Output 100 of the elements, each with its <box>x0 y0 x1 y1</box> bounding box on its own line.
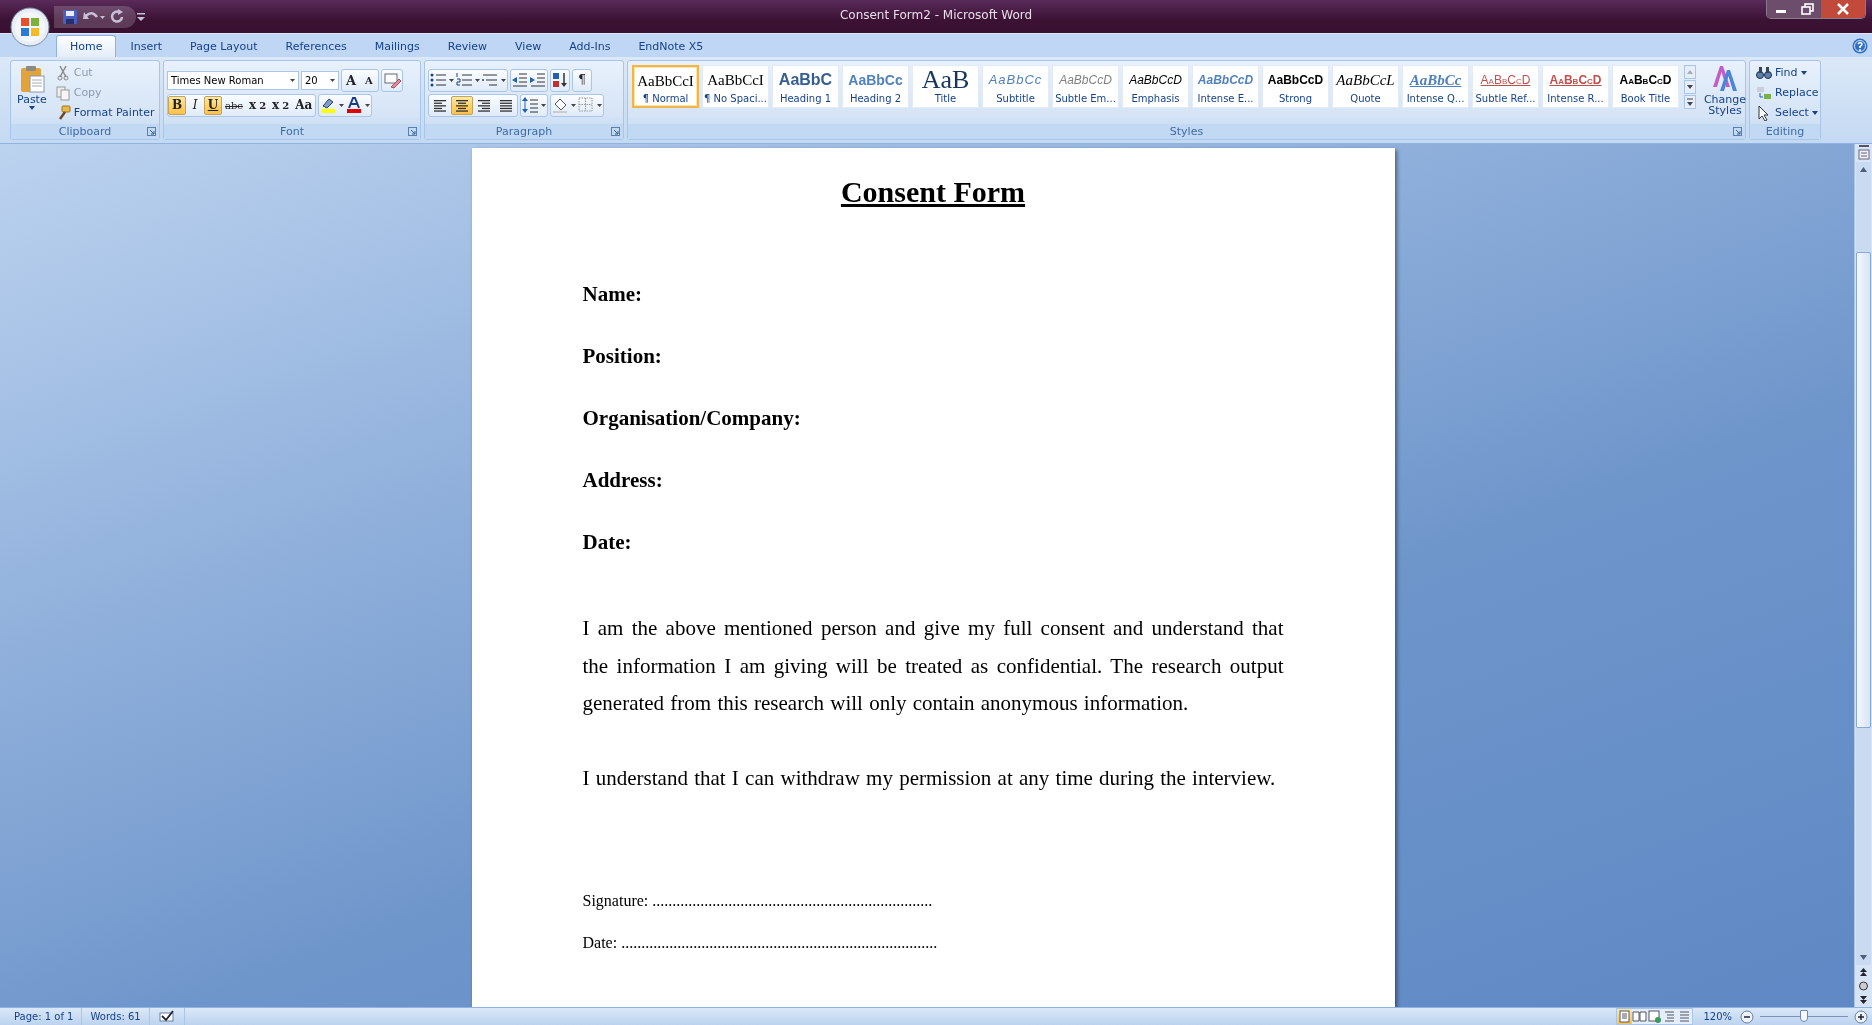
caret-icon <box>1800 70 1807 75</box>
increase-indent-icon[interactable] <box>529 71 547 89</box>
zoom-level: 120% <box>1703 1011 1732 1022</box>
style-swatch[interactable]: AaBbCc Heading 2 <box>842 65 909 108</box>
dialog-launcher-icon[interactable] <box>147 127 156 136</box>
ribbon-tab[interactable]: Home <box>56 35 117 57</box>
style-name: ¶ No Spaci... <box>704 93 767 104</box>
ruler-icon[interactable] <box>1856 144 1871 162</box>
style-swatch[interactable]: AaBbCc Intense Q... <box>1402 65 1469 108</box>
align-center-icon <box>454 98 470 112</box>
zoom-out-icon[interactable] <box>1740 1009 1754 1024</box>
format-button[interactable]: U <box>204 95 222 115</box>
help-icon[interactable] <box>1852 38 1868 54</box>
customize-toolbar-icon[interactable] <box>136 10 146 23</box>
grow-font-button[interactable]: A <box>342 70 360 90</box>
view-button[interactable] <box>1617 1009 1633 1024</box>
multilevel-list-icon[interactable] <box>481 71 507 89</box>
view-button[interactable] <box>1632 1009 1648 1024</box>
style-preview: AaBbCcD <box>1197 72 1254 89</box>
binoculars-icon <box>1756 64 1772 81</box>
editing-button[interactable]: Select <box>1753 103 1822 122</box>
more-styles-icon[interactable] <box>1684 95 1696 109</box>
field-label: Name: <box>582 281 642 308</box>
dialog-launcher-icon[interactable] <box>1733 127 1742 136</box>
decrease-indent-icon[interactable] <box>511 71 529 89</box>
style-swatch[interactable]: AaBbCcD Intense R... <box>1542 65 1609 108</box>
format-button[interactable]: B <box>168 95 186 115</box>
zoom-slider-thumb[interactable] <box>1800 1010 1808 1022</box>
style-swatch[interactable]: AaBbCcI ¶ No Spaci... <box>702 65 769 108</box>
format-button[interactable]: abc <box>222 95 246 115</box>
font-color-icon[interactable] <box>345 96 372 114</box>
restore-icon[interactable] <box>1795 0 1821 18</box>
style-preview: AaBbCc <box>848 71 903 90</box>
dialog-launcher-icon[interactable] <box>408 127 417 136</box>
style-swatch[interactable]: AaBbCcI ¶ Normal <box>632 65 699 108</box>
ribbon-tab[interactable]: Page Layout <box>176 35 272 57</box>
copy-icon <box>55 84 71 101</box>
scrollbar-thumb[interactable] <box>1856 252 1871 728</box>
clipboard-button[interactable]: Format Painter <box>52 103 158 122</box>
highlighter-icon[interactable] <box>319 96 346 114</box>
style-swatch[interactable]: AaBbCcD Strong <box>1262 65 1329 108</box>
signature-line: Signature: ...................................................................... <box>582 891 933 912</box>
style-swatch[interactable]: AaBbCcD Subtle Em... <box>1052 65 1119 108</box>
close-icon[interactable] <box>1821 0 1865 18</box>
ribbon-tab[interactable]: View <box>501 35 556 57</box>
style-preview: AaBbCcD <box>1480 72 1531 89</box>
editing-button[interactable]: Replace <box>1753 83 1822 102</box>
style-swatch[interactable]: AaBbCcD Intense E... <box>1192 65 1259 108</box>
zoom-in-icon[interactable] <box>1854 1009 1868 1024</box>
scissors-icon <box>55 64 71 81</box>
style-swatch[interactable]: AaB Title <box>912 65 979 108</box>
dialog-launcher-icon[interactable] <box>611 127 620 136</box>
ribbon-tab[interactable]: Mailings <box>360 35 434 57</box>
style-name: Emphasis <box>1131 93 1180 104</box>
paste-button[interactable]: Paste <box>14 63 50 122</box>
ribbon-tab[interactable]: Review <box>433 35 502 57</box>
style-name: Heading 2 <box>849 93 902 104</box>
style-swatch[interactable]: AaBbCcD Book Title <box>1612 65 1679 108</box>
redo-icon[interactable] <box>110 8 126 25</box>
font-size-field[interactable]: 20 <box>301 70 339 90</box>
group-label: Clipboard <box>58 125 112 138</box>
style-swatch[interactable]: AaBbCc Subtitle <box>982 65 1049 108</box>
document-title: Consent Form <box>839 174 1027 210</box>
view-button[interactable] <box>1647 1009 1663 1024</box>
scroll-down-icon[interactable] <box>1684 80 1696 94</box>
align-button[interactable] <box>451 95 473 115</box>
browse-object-icon[interactable] <box>1856 979 1871 993</box>
scroll-down-icon[interactable] <box>1856 949 1871 965</box>
style-swatch[interactable]: AaBbCcL Quote <box>1332 65 1399 108</box>
shrink-font-button[interactable]: A <box>360 70 378 90</box>
minimize-icon[interactable] <box>1767 0 1795 18</box>
style-preview: AaBbCc <box>988 71 1043 89</box>
style-preview: AaBbCcD <box>1059 72 1112 89</box>
change-styles-button[interactable]: Change Styles <box>1701 61 1749 124</box>
style-name: Strong <box>1279 93 1312 104</box>
ribbon-tab[interactable]: References <box>271 35 361 57</box>
ribbon-tab[interactable]: Insert <box>116 35 177 57</box>
word-count: Words: 61 <box>82 1008 150 1025</box>
save-icon[interactable] <box>62 8 78 25</box>
ribbon-tab[interactable]: EndNote X5 <box>624 35 718 57</box>
style-preview: AaBbC <box>778 70 833 90</box>
format-button[interactable]: I <box>186 95 204 115</box>
style-swatch[interactable]: AaBbCcD Subtle Ref... <box>1472 65 1539 108</box>
format-button[interactable]: Aa <box>292 95 316 115</box>
web-layout-icon <box>1647 1009 1663 1024</box>
style-swatch[interactable]: AaBbCcD Emphasis <box>1122 65 1189 108</box>
bullets-icon[interactable] <box>429 71 455 89</box>
replace-icon <box>1756 84 1772 101</box>
letters-a-icon <box>1710 63 1740 93</box>
proofing-check-icon[interactable] <box>157 1010 176 1023</box>
paint-bucket-icon[interactable] <box>551 96 577 114</box>
font-name-field[interactable]: Times New Roman <box>167 70 299 90</box>
style-name: Intense E... <box>1197 93 1254 104</box>
group-label: Font <box>280 125 304 138</box>
scroll-up-icon[interactable] <box>1856 162 1871 178</box>
ribbon-tab[interactable]: Add-Ins <box>555 35 625 57</box>
numbering-icon[interactable] <box>455 71 481 89</box>
show-marks-button[interactable]: ¶ <box>573 70 591 90</box>
style-swatch[interactable]: AaBbC Heading 1 <box>772 65 839 108</box>
editing-button[interactable]: Find <box>1753 63 1822 82</box>
